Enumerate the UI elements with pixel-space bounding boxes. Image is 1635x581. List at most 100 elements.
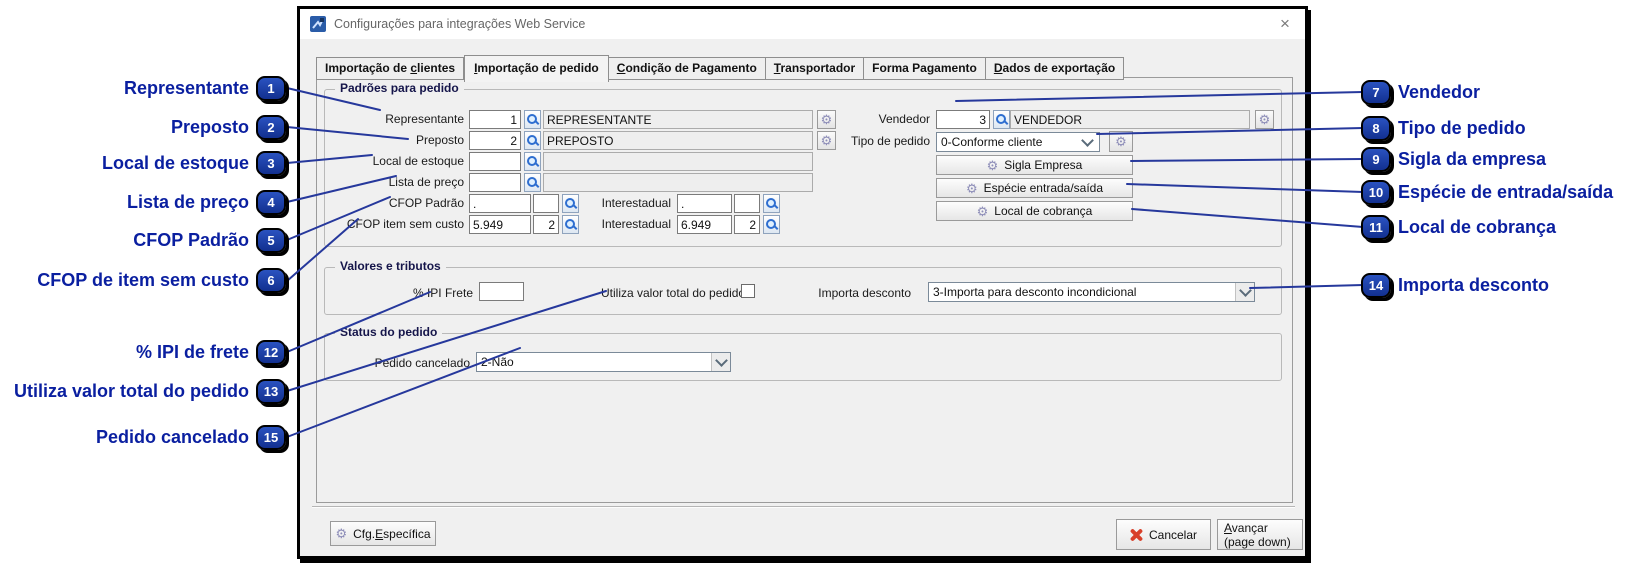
vendedor-desc-field[interactable]	[1010, 110, 1250, 129]
tab-importacao-pedido[interactable]: Importação de pedido	[464, 55, 609, 82]
tab-importacao-clientes[interactable]: Importação de clientes	[316, 57, 465, 80]
gear-icon: ⚙	[1115, 134, 1127, 149]
callout-badge: 12	[256, 339, 286, 365]
cfop-sem-custo-lookup-button[interactable]	[562, 215, 579, 234]
vendedor-code-input[interactable]	[936, 110, 990, 129]
callout-badge: 15	[256, 424, 286, 450]
representante-desc-field[interactable]	[543, 110, 813, 129]
cfop-padrao-interestadual-input[interactable]	[677, 194, 732, 213]
gear-icon: ⚙	[1258, 112, 1271, 127]
tab-dados-exportacao[interactable]: Dados de exportação	[985, 57, 1125, 80]
vendedor-lookup-button[interactable]	[993, 110, 1010, 129]
combo-dropdown-button[interactable]	[1235, 283, 1254, 301]
magnifier-icon	[527, 177, 538, 188]
local-estoque-lookup-button[interactable]	[524, 152, 541, 171]
magnifier-icon	[565, 198, 576, 209]
cfop-padrao-seq-input[interactable]	[533, 194, 559, 213]
especie-entrada-saida-button[interactable]: ⚙ Espécie entrada/saída	[936, 178, 1133, 198]
utiliza-valor-total-label: Utiliza valor total do pedido	[601, 286, 746, 300]
magnifier-icon	[527, 114, 538, 125]
lista-preco-lookup-button[interactable]	[524, 173, 541, 192]
ipi-frete-label: % IPI Frete	[412, 286, 473, 300]
callout-especie-entrada-saida: 10 Espécie de entrada/saída	[1361, 178, 1613, 206]
tipo-pedido-select[interactable]: 0-Conforme cliente	[936, 132, 1100, 152]
combo-dropdown-button[interactable]	[711, 353, 730, 371]
callout-tipo-de-pedido: 8 Tipo de pedido	[1361, 114, 1526, 142]
tab-condicao-pagamento[interactable]: Condição de Pagamento	[608, 57, 766, 80]
callout-utiliza-valor-total: Utiliza valor total do pedido 13	[14, 377, 286, 405]
callout-badge: 14	[1361, 272, 1391, 298]
lista-preco-label: Lista de preço	[388, 175, 464, 189]
cfop-sem-custo-interestadual-lookup-button[interactable]	[763, 215, 780, 234]
tab-forma-pagamento[interactable]: Forma Pagamento	[864, 57, 986, 80]
callout-badge: 1	[256, 75, 286, 101]
callout-lista-de-preco: Lista de preço 4	[127, 188, 286, 216]
vendedor-label: Vendedor	[878, 112, 930, 126]
preposto-code-input[interactable]	[469, 131, 521, 150]
cfop-sem-custo-interestadual-input[interactable]	[677, 215, 732, 234]
local-estoque-code-input[interactable]	[469, 152, 521, 171]
callout-pedido-cancelado: Pedido cancelado 15	[96, 423, 286, 451]
callout-local-de-cobranca: 11 Local de cobrança	[1361, 213, 1556, 241]
callout-local-de-estoque: Local de estoque 3	[102, 149, 286, 177]
lista-preco-desc-field[interactable]	[543, 173, 813, 192]
callout-badge: 5	[256, 227, 286, 253]
cfop-padrao-interestadual-label: Interestadual	[601, 196, 671, 210]
representante-code-input[interactable]	[469, 110, 521, 129]
advance-button[interactable]: Avançar (page down)	[1217, 519, 1303, 550]
cfop-padrao-interestadual-seq-input[interactable]	[734, 194, 760, 213]
tab-transportador[interactable]: Transportador	[765, 57, 865, 80]
magnifier-icon	[766, 219, 777, 230]
screenshot-stage: Configurações para integrações Web Servi…	[0, 0, 1635, 581]
pedido-cancelado-select[interactable]: 2-Não	[476, 352, 731, 372]
cfop-sem-custo-input[interactable]	[469, 215, 531, 234]
titlebar: Configurações para integrações Web Servi…	[300, 9, 1305, 39]
preposto-desc-field[interactable]	[543, 131, 813, 150]
group-title: Valores e tributos	[335, 259, 446, 273]
preposto-label: Preposto	[415, 133, 464, 147]
callout-badge: 8	[1361, 115, 1391, 141]
cfg-especifica-button[interactable]: ⚙ Cfg.Específica	[330, 521, 436, 546]
sigla-empresa-button[interactable]: ⚙ Sigla Empresa	[936, 155, 1133, 175]
callout-badge: 6	[256, 267, 286, 293]
utiliza-valor-total-checkbox[interactable]	[741, 284, 755, 298]
magnifier-icon	[766, 198, 777, 209]
gear-icon: ⚙	[335, 526, 348, 541]
cfop-padrao-lookup-button[interactable]	[562, 194, 579, 213]
representante-lookup-button[interactable]	[524, 110, 541, 129]
cfop-sem-custo-seq-input[interactable]	[533, 215, 559, 234]
cfop-padrao-input[interactable]	[469, 194, 531, 213]
local-cobranca-button[interactable]: ⚙ Local de cobrança	[936, 201, 1133, 221]
ipi-frete-input[interactable]	[479, 282, 524, 301]
callout-representante: Representante 1	[124, 74, 286, 102]
magnifier-icon	[996, 114, 1007, 125]
importa-desconto-label: Importa desconto	[818, 286, 911, 300]
cfop-sem-custo-interestadual-seq-input[interactable]	[734, 215, 760, 234]
callout-vendedor: 7 Vendedor	[1361, 78, 1480, 106]
cfop-sem-custo-interestadual-label: Interestadual	[601, 217, 671, 231]
callout-badge: 11	[1361, 214, 1391, 240]
callout-badge: 7	[1361, 79, 1391, 105]
tipo-pedido-label: Tipo de pedido	[851, 134, 930, 148]
cfop-padrao-interestadual-lookup-button[interactable]	[763, 194, 780, 213]
magnifier-icon	[565, 219, 576, 230]
importa-desconto-select[interactable]: 3-Importa para desconto incondicional	[928, 282, 1255, 302]
local-estoque-desc-field[interactable]	[543, 152, 813, 171]
gear-icon: ⚙	[986, 157, 999, 173]
callout-badge: 13	[256, 378, 286, 404]
gear-icon: ⚙	[965, 180, 978, 196]
app-icon	[310, 16, 326, 32]
vendedor-config-button[interactable]: ⚙	[1255, 110, 1274, 129]
lista-preco-code-input[interactable]	[469, 173, 521, 192]
preposto-lookup-button[interactable]	[524, 131, 541, 150]
callout-importa-desconto: 14 Importa desconto	[1361, 271, 1549, 299]
cancel-button[interactable]: Cancelar	[1116, 519, 1211, 550]
tipo-pedido-config-button[interactable]: ⚙	[1109, 131, 1133, 152]
close-icon[interactable]: ×	[1275, 14, 1295, 34]
magnifier-icon	[527, 135, 538, 146]
representante-label: Representante	[385, 112, 464, 126]
cfop-item-sem-custo-label: CFOP item sem custo	[346, 217, 464, 231]
chevron-down-icon	[1238, 284, 1252, 297]
callout-badge: 2	[256, 114, 286, 140]
dialog-window: Configurações para integrações Web Servi…	[297, 6, 1308, 559]
